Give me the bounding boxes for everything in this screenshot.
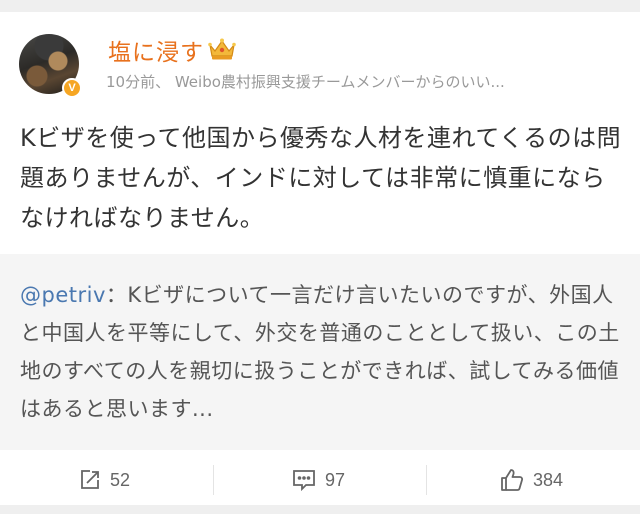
crown-icon[interactable] (207, 37, 237, 61)
repost-count: 52 (110, 469, 131, 490)
verified-badge-icon: V (62, 78, 82, 98)
post-meta: 10分前、 Weibo農村振興支援チームメンバーからのいい... (106, 73, 505, 91)
like-count: 384 (533, 469, 564, 490)
comment-button[interactable]: 97 (291, 462, 345, 498)
repost-text-block: @petriv：Kビザについて一言だけ言いたいのですが、外国人と中国人を平等にし… (20, 276, 620, 428)
like-button[interactable]: 384 (499, 462, 563, 498)
repost-block[interactable]: @petriv：Kビザについて一言だけ言いたいのですが、外国人と中国人を平等にし… (0, 254, 640, 450)
thumbs-up-icon (501, 469, 524, 491)
repost-button[interactable]: 52 (78, 462, 130, 498)
comment-bubble-icon (293, 470, 315, 492)
action-divider (426, 465, 427, 495)
comment-count: 97 (325, 469, 346, 490)
action-divider (213, 465, 214, 495)
bottom-separator (0, 505, 640, 514)
post-content: Kビザを使って他国から優秀な人材を連れてくるのは問題ありませんが、インドに対して… (20, 124, 622, 232)
share-arrow-icon (81, 470, 99, 489)
repost-mention[interactable]: @petriv (20, 283, 106, 307)
weibo-post-card: V 塩に浸す 10分前、 Weibo農村振興支援チームメンバーからのいい... … (0, 0, 640, 514)
repost-separator: ： (105, 283, 128, 307)
username[interactable]: 塩に浸す (108, 33, 204, 67)
top-spacer (0, 0, 640, 12)
